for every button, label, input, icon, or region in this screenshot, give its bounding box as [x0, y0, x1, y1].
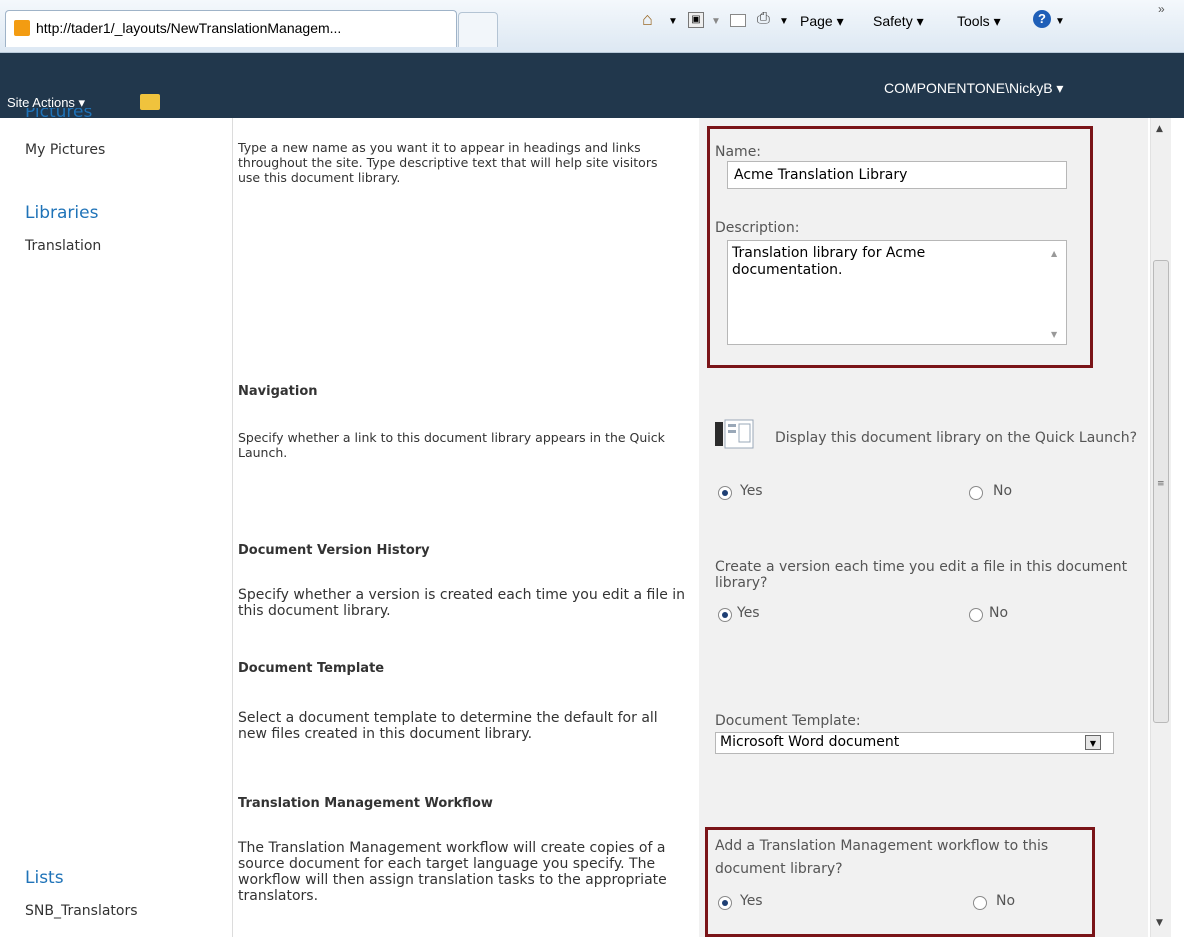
- page-menu[interactable]: Page ▾: [800, 13, 844, 30]
- main-content: Type a new name as you want it to appear…: [233, 118, 1148, 937]
- version-history-title: Document Version History: [238, 543, 430, 558]
- name-section-description: Type a new name as you want it to appear…: [238, 140, 658, 185]
- browser-toolbar: http://tader1/_layouts/NewTranslationMan…: [0, 0, 1184, 53]
- user-menu[interactable]: COMPONENTONE\NickyB ▾: [884, 80, 1063, 97]
- print-dropdown-icon[interactable]: ▼: [779, 16, 789, 27]
- version-no-label: No: [989, 605, 1009, 621]
- scrollbar-thumb[interactable]: ≡: [1153, 260, 1169, 723]
- feeds-icon[interactable]: ▣: [688, 12, 704, 28]
- version-yes-radio[interactable]: [718, 608, 732, 622]
- quick-launch-icon: [715, 418, 755, 452]
- safety-menu[interactable]: Safety ▾: [873, 13, 924, 30]
- navigation-section: Navigation Specify whether a link to thi…: [233, 380, 1148, 538]
- home-dropdown-icon[interactable]: ▼: [668, 16, 678, 27]
- navigation-no-radio[interactable]: [969, 486, 983, 500]
- version-no-radio[interactable]: [969, 608, 983, 622]
- scroll-up-icon[interactable]: ▲: [1156, 124, 1163, 134]
- toolbar-overflow-icon[interactable]: »: [1158, 2, 1165, 16]
- help-dropdown-icon[interactable]: ▼: [1055, 16, 1065, 27]
- dropdown-arrow-icon[interactable]: ▼: [1085, 735, 1101, 750]
- pictures-heading[interactable]: Pictures: [25, 108, 92, 120]
- help-icon[interactable]: ?: [1033, 10, 1051, 28]
- scroll-down-icon[interactable]: ▼: [1156, 918, 1163, 928]
- feeds-dropdown-icon[interactable]: ▼: [711, 16, 721, 27]
- navigation-no-label: No: [993, 483, 1013, 499]
- version-history-section: Document Version History Specify whether…: [233, 537, 1148, 656]
- pictures-heading-clip: Pictures: [0, 108, 232, 120]
- sharepoint-favicon-icon: [14, 20, 30, 36]
- libraries-heading[interactable]: Libraries: [25, 203, 98, 223]
- nav-item-snb-translators[interactable]: SNB_Translators: [25, 903, 138, 919]
- document-template-selected: Microsoft Word document: [720, 734, 900, 750]
- version-history-question: Create a version each time you edit a fi…: [715, 559, 1128, 591]
- navigation-description: Specify whether a link to this document …: [238, 430, 665, 460]
- navigation-yes-radio[interactable]: [718, 486, 732, 500]
- version-history-description: Specify whether a version is created eac…: [238, 587, 686, 619]
- lists-heading[interactable]: Lists: [25, 868, 64, 888]
- navigation-title: Navigation: [238, 384, 318, 399]
- print-icon[interactable]: ⎙: [757, 10, 770, 28]
- document-template-title: Document Template: [238, 661, 385, 676]
- browser-tab[interactable]: http://tader1/_layouts/NewTranslationMan…: [5, 10, 457, 47]
- document-template-select[interactable]: Microsoft Word document: [715, 732, 1114, 754]
- mail-icon[interactable]: [730, 14, 746, 27]
- address-text: http://tader1/_layouts/NewTranslationMan…: [36, 20, 342, 36]
- home-icon[interactable]: ⌂: [642, 9, 653, 30]
- navigation-yes-label: Yes: [740, 483, 763, 499]
- name-description-highlight: [707, 126, 1093, 368]
- document-template-section: Document Template Select a document temp…: [233, 655, 1148, 792]
- quick-launch-question: Display this document library on the Qui…: [774, 430, 1138, 446]
- quick-launch: Pictures My Pictures Libraries Translati…: [0, 108, 233, 937]
- nav-item-my-pictures[interactable]: My Pictures: [25, 142, 105, 158]
- nav-item-translation[interactable]: Translation: [25, 238, 101, 254]
- workflow-description: The Translation Management workflow will…: [238, 840, 667, 904]
- document-template-label: Document Template:: [715, 713, 861, 729]
- workflow-highlight: [705, 827, 1095, 937]
- new-tab-button[interactable]: [458, 12, 498, 47]
- tools-menu[interactable]: Tools ▾: [957, 13, 1001, 30]
- page-scrollbar[interactable]: ▲ ≡ ▼: [1150, 118, 1171, 937]
- version-yes-label: Yes: [737, 605, 760, 621]
- scroll-grip-icon: ≡: [1157, 479, 1165, 489]
- document-template-description: Select a document template to determine …: [238, 710, 658, 742]
- workflow-title: Translation Management Workflow: [238, 796, 493, 811]
